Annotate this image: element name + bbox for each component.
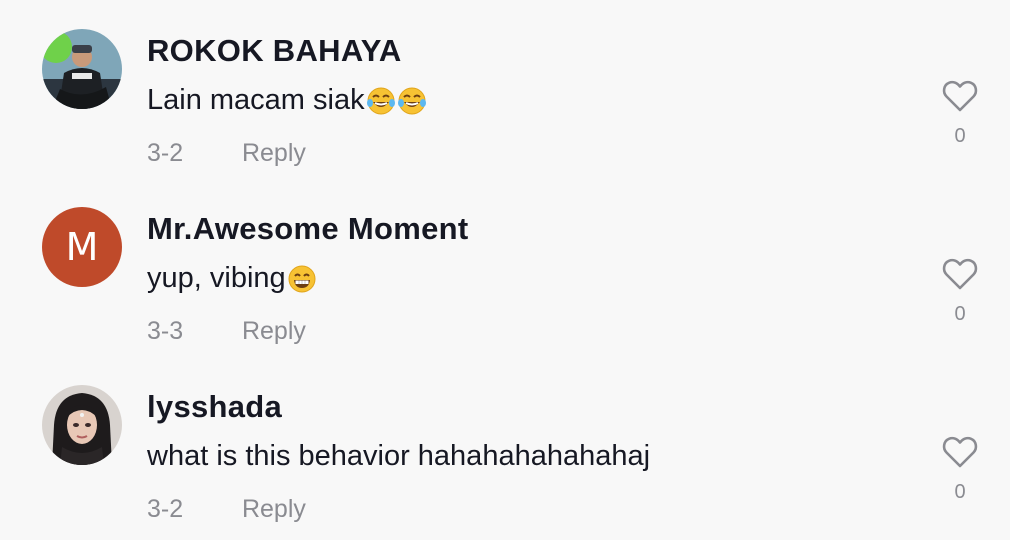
comment-list: ROKOK BAHAYA Lain macam siak 3-2 Reply 0…	[0, 0, 1010, 540]
heart-outline-icon[interactable]	[942, 79, 978, 113]
like-button[interactable]: 0	[938, 435, 982, 504]
like-button[interactable]: 0	[938, 257, 982, 326]
comment-date: 3-2	[147, 495, 184, 523]
avatar-photo	[42, 385, 122, 465]
reply-button[interactable]: Reply	[242, 317, 306, 346]
like-count: 0	[954, 125, 966, 147]
like-count: 0	[954, 303, 966, 325]
beaming-face-icon	[287, 264, 317, 294]
comment-text-content: what is this behavior hahahahahahahaj	[147, 440, 651, 472]
comment-meta: 3-3 Reply	[147, 317, 306, 346]
comment-item: M Mr.Awesome Moment yup, vibing 3-3 Repl…	[0, 207, 1010, 385]
comment-username[interactable]: ROKOK BAHAYA	[147, 33, 402, 69]
comment-text: Lain macam siak	[147, 84, 427, 117]
reply-button[interactable]: Reply	[242, 495, 306, 524]
comment-text-content: Lain macam siak	[147, 84, 365, 116]
tears-of-joy-icon	[366, 86, 396, 116]
avatar[interactable]: M	[42, 207, 122, 287]
comment-item: lysshada what is this behavior hahahahah…	[0, 385, 1010, 540]
comment-text: what is this behavior hahahahahahahaj	[147, 440, 650, 473]
comment-text: yup, vibing	[147, 262, 317, 295]
avatar-letter: M	[42, 207, 122, 287]
comment-meta: 3-2 Reply	[147, 139, 306, 168]
comment-text-content: yup, vibing	[147, 262, 286, 294]
reply-button[interactable]: Reply	[242, 139, 306, 168]
heart-outline-icon[interactable]	[942, 435, 978, 469]
avatar[interactable]	[42, 29, 122, 109]
comment-date: 3-3	[147, 317, 184, 345]
comment-date: 3-2	[147, 139, 184, 167]
comment-username[interactable]: lysshada	[147, 389, 282, 425]
comment-username[interactable]: Mr.Awesome Moment	[147, 211, 469, 247]
heart-outline-icon[interactable]	[942, 257, 978, 291]
avatar[interactable]	[42, 385, 122, 465]
like-count: 0	[954, 481, 966, 503]
like-button[interactable]: 0	[938, 79, 982, 148]
tears-of-joy-icon	[397, 86, 427, 116]
avatar-photo	[42, 29, 122, 109]
comment-meta: 3-2 Reply	[147, 495, 306, 524]
comment-item: ROKOK BAHAYA Lain macam siak 3-2 Reply 0	[0, 29, 1010, 207]
